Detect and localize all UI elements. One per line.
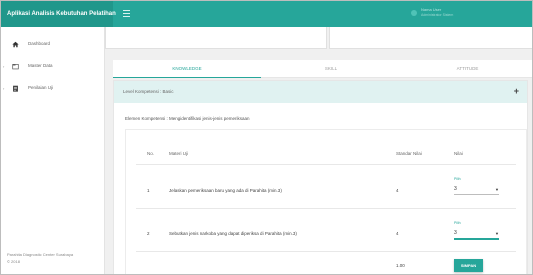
top-navbar: Aplikasi Analisis Kebutuhan Pelatihan Na… [1, 1, 532, 27]
row-materi: Sebutkan jenis narkoba yang dapat diperi… [169, 231, 297, 236]
tab-attitude[interactable]: ATTITUDE [401, 60, 532, 78]
select-label: Pilih [454, 221, 461, 225]
dropdown-arrow-icon[interactable]: ▼ [495, 187, 499, 192]
nilai-select-underline[interactable] [454, 238, 499, 240]
user-role: Administrator Sistem [421, 13, 454, 17]
sidebar-item-label: Penilaian Uji [28, 85, 54, 90]
panel-title: Level Kompetensi : Basic [123, 89, 174, 94]
column-header-standar: Standar Nilai [396, 151, 422, 156]
sidebar-item-label: Master Data [28, 63, 53, 68]
nilai-select-value[interactable]: 3 [454, 230, 457, 236]
chevron-right-icon: › [3, 86, 5, 91]
row-standar: 4 [396, 188, 399, 193]
select-label: Pilih [454, 177, 461, 181]
info-card [329, 27, 532, 49]
avatar [411, 10, 417, 16]
row-number: 1 [147, 188, 150, 193]
home-icon [12, 41, 19, 48]
save-button[interactable]: SIMPAN [454, 259, 483, 272]
user-name: Nama User [421, 7, 442, 12]
tab-skill[interactable]: SKILL [261, 60, 401, 78]
competency-panel: Level Kompetensi : Basic + Elemen Kompet… [113, 80, 528, 274]
expand-plus-icon[interactable]: + [514, 86, 519, 96]
row-number: 2 [147, 231, 150, 236]
main-content: KNOWLEDGE SKILL ATTITUDE Level Kompetens… [105, 27, 532, 274]
sidebar: Dashboard › Master Data › Penilaian Uji … [1, 27, 105, 274]
tab-knowledge[interactable]: KNOWLEDGE [113, 60, 261, 78]
sidebar-item-dashboard[interactable]: Dashboard [1, 35, 105, 55]
app-window: Aplikasi Analisis Kebutuhan Pelatihan Na… [0, 0, 533, 275]
dropdown-arrow-icon[interactable]: ▼ [495, 231, 499, 236]
column-header-materi: Materi Uji [169, 151, 189, 156]
clipboard-icon [13, 85, 18, 92]
total-value: 1.00 [396, 263, 405, 268]
user-menu[interactable]: Nama User Administrator Sistem [411, 7, 529, 21]
elemen-kompetensi-text: Elemen Kompetensi : Mengidentifikasi jen… [125, 116, 250, 121]
sidebar-footer: Parahita Diagnostic Center Surabaya © 20… [7, 251, 73, 265]
test-table: No. Materi Uji Standar Nilai Nilai 1 Jel… [125, 129, 527, 274]
divider [136, 164, 516, 165]
nilai-select-underline[interactable] [454, 194, 499, 195]
footer-company: Parahita Diagnostic Center Surabaya [7, 252, 74, 257]
divider [136, 251, 516, 252]
row-materi: Jelaskan pemeriksaan baru yang ada di Pa… [169, 188, 282, 193]
hamburger-menu-icon[interactable] [123, 10, 130, 17]
sidebar-item-master-data[interactable]: › Master Data [1, 57, 105, 77]
info-card [105, 27, 327, 49]
panel-header[interactable]: Level Kompetensi : Basic + [114, 81, 527, 103]
column-header-nilai: Nilai [454, 151, 463, 156]
sidebar-item-label: Dashboard [28, 41, 51, 46]
folder-icon [12, 64, 19, 70]
sidebar-item-penilaian-uji[interactable]: › Penilaian Uji [1, 79, 105, 99]
nilai-select-value[interactable]: 3 [454, 186, 457, 192]
footer-copyright: © 2018 [7, 259, 20, 264]
active-tab-indicator [113, 76, 261, 78]
chevron-right-icon: › [3, 64, 5, 69]
column-header-no: No. [147, 151, 155, 156]
app-title[interactable]: Aplikasi Analisis Kebutuhan Pelatihan [1, 1, 116, 27]
divider [136, 208, 516, 209]
row-standar: 4 [396, 231, 399, 236]
competency-tabs: KNOWLEDGE SKILL ATTITUDE [113, 60, 532, 78]
